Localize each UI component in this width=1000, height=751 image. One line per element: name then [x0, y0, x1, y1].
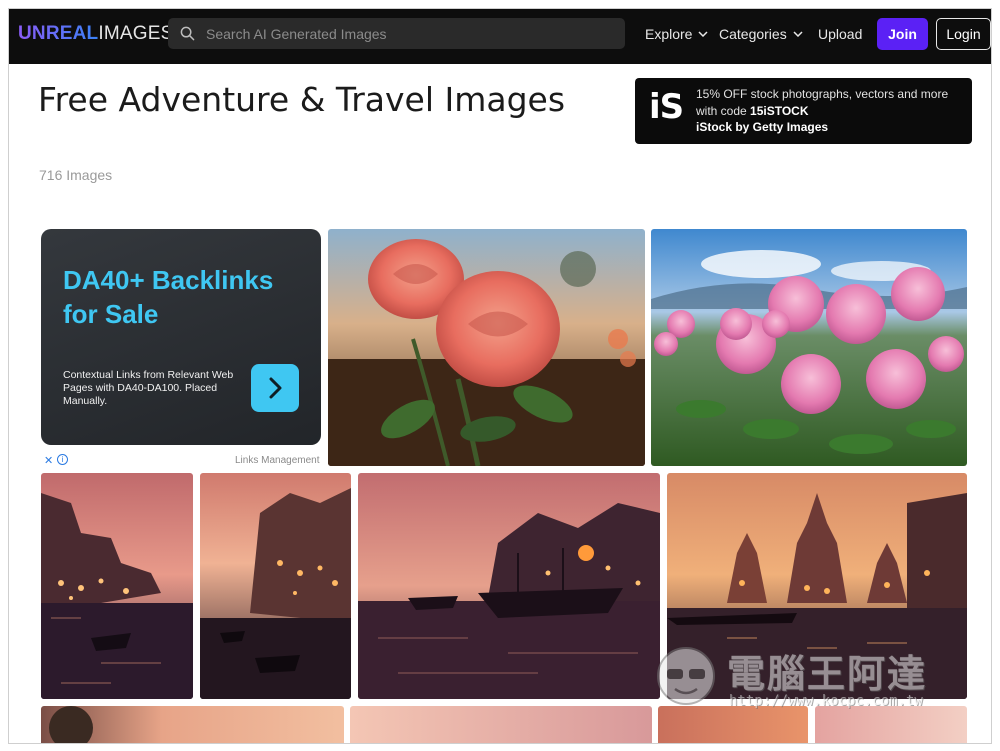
nav-upload-label: Upload — [818, 26, 863, 42]
watermark-text: 電腦王阿達 — [727, 652, 928, 696]
istock-offer-line: 15% OFF stock photographs, vectors and m… — [696, 87, 949, 118]
ghats-image — [200, 473, 351, 699]
sunset-image — [350, 706, 652, 743]
ghats-image — [41, 473, 193, 699]
chevron-down-icon — [793, 31, 803, 37]
ad-close-icon[interactable]: ✕ — [44, 454, 53, 467]
search-input[interactable] — [206, 18, 616, 49]
nav-categories[interactable]: Categories — [719, 26, 803, 42]
sunset-image — [41, 706, 344, 743]
logo-secondary-text: IMAGES — [98, 23, 174, 44]
image-tile-rose[interactable] — [328, 229, 645, 466]
ad-info-icon[interactable]: i — [57, 454, 68, 465]
boats-image — [358, 473, 660, 699]
image-tile-row3-1[interactable] — [41, 706, 344, 743]
istock-brand: iStock by Getty Images — [696, 120, 829, 134]
istock-offer-text: 15% OFF stock photographs, vectors and m… — [696, 86, 968, 120]
ad-sponsor-label[interactable]: Links Management — [235, 455, 320, 466]
login-button[interactable]: Login — [936, 18, 991, 50]
nav-categories-label: Categories — [719, 26, 787, 42]
clover-image — [651, 229, 967, 466]
site-logo[interactable]: UNREALIMAGES — [18, 23, 173, 45]
nav-explore[interactable]: Explore — [645, 26, 708, 42]
image-tile-ghats-2[interactable] — [200, 473, 351, 699]
top-navbar: UNREALIMAGES Explore Categories Upload J… — [9, 9, 991, 64]
image-tile-row3-2[interactable] — [350, 706, 652, 743]
mascot-icon — [657, 647, 715, 705]
site-watermark: 電腦王阿達 http://www.kocpc.com.tw — [651, 637, 971, 717]
istock-promo-code: 15iSTOCK — [750, 104, 809, 118]
browser-viewport: UNREALIMAGES Explore Categories Upload J… — [8, 8, 992, 744]
ad-headline: DA40+ Backlinks for Sale — [63, 265, 274, 329]
image-tile-boats[interactable] — [358, 473, 660, 699]
nav-upload[interactable]: Upload — [818, 26, 862, 42]
search-bar[interactable] — [168, 18, 625, 49]
rose-image — [328, 229, 645, 466]
search-icon — [180, 26, 195, 41]
image-count: 716 Images — [39, 167, 113, 183]
ad-go-button[interactable] — [251, 364, 299, 412]
ad-description: Contextual Links from Relevant Web Pages… — [63, 369, 234, 407]
page-title: Free Adventure & Travel Images — [38, 80, 566, 119]
chevron-right-icon — [269, 377, 282, 399]
chevron-down-icon — [698, 31, 708, 37]
image-tile-clover[interactable] — [651, 229, 967, 466]
istock-ad-banner[interactable]: iS 15% OFF stock photographs, vectors an… — [635, 78, 972, 144]
image-tile-ghats-1[interactable] — [41, 473, 193, 699]
logo-primary-text: UNREAL — [18, 23, 99, 44]
join-button[interactable]: Join — [877, 18, 928, 50]
nav-explore-label: Explore — [645, 26, 693, 42]
backlinks-ad-card[interactable]: DA40+ Backlinks for Sale Contextual Link… — [41, 229, 321, 445]
watermark-url: http://www.kocpc.com.tw — [729, 693, 923, 709]
istock-logo: iS — [649, 87, 684, 127]
